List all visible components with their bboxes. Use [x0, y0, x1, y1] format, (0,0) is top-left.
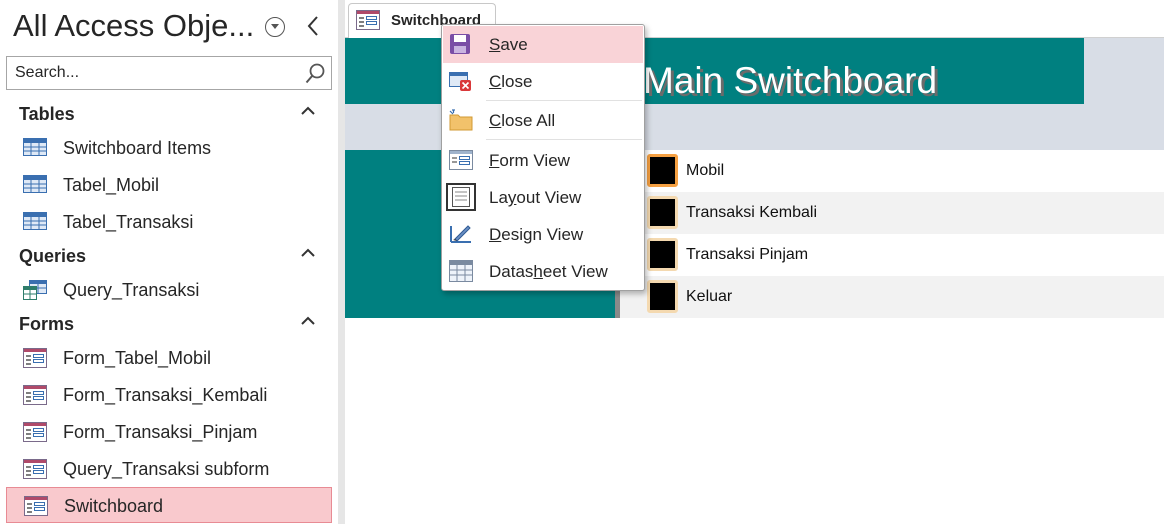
menu-item-label: Save — [489, 35, 528, 54]
form-view-icon — [449, 149, 473, 176]
switchboard-button-transaksi-kembali[interactable] — [647, 196, 678, 229]
switchboard-item: Transaksi Pinjam — [620, 234, 1164, 276]
close-all-icon — [449, 109, 473, 136]
table-icon — [23, 212, 47, 235]
save-icon — [449, 33, 471, 60]
switchboard-button-transaksi-pinjam[interactable] — [647, 238, 678, 271]
nav-item-tabel-mobil[interactable]: Tabel_Mobil — [6, 167, 332, 203]
menu-item-label: Close All — [489, 111, 556, 130]
table-icon — [23, 138, 47, 161]
table-icon — [23, 175, 47, 198]
form-icon — [356, 10, 380, 35]
menu-item-close[interactable]: Close — [443, 63, 643, 100]
switchboard-item-label[interactable]: Mobil — [686, 162, 724, 180]
nav-item-label: Form_Tabel_Mobil — [63, 348, 212, 368]
nav-item-form-transaksi-pinjam[interactable]: Form_Transaksi_Pinjam — [6, 414, 332, 450]
group-header-tables[interactable]: Tables — [19, 104, 75, 125]
menu-item-label: Design View — [489, 225, 584, 244]
nav-item-label: Form_Transaksi_Pinjam — [63, 422, 258, 442]
nav-pane-title[interactable]: All Access Obje... — [13, 8, 254, 44]
switchboard-item-label[interactable]: Transaksi Pinjam — [686, 246, 808, 264]
tab-context-menu: Save Close Close All Form View Layout Vi… — [441, 24, 645, 291]
collapse-pane-icon[interactable] — [306, 14, 320, 43]
pane-splitter[interactable] — [338, 0, 345, 524]
form-icon — [23, 459, 47, 484]
form-title: Main Switchboard — [643, 60, 938, 101]
menu-item-layout-view[interactable]: Layout View — [443, 179, 643, 216]
design-view-icon — [449, 223, 473, 250]
nav-item-label: Tabel_Mobil — [63, 175, 160, 195]
menu-item-form-view[interactable]: Form View — [443, 142, 643, 179]
switchboard-item-label[interactable]: Keluar — [686, 288, 732, 306]
nav-item-label: Switchboard Items — [63, 138, 212, 158]
group-header-queries[interactable]: Queries — [19, 246, 86, 267]
switchboard-item: Keluar — [620, 276, 1164, 318]
form-icon — [24, 496, 48, 521]
menu-item-label: Datasheet View — [489, 262, 608, 281]
menu-item-design-view[interactable]: Design View — [443, 216, 643, 253]
query-icon — [23, 280, 47, 305]
chevron-up-icon[interactable] — [300, 314, 316, 332]
menu-item-datasheet-view[interactable]: Datasheet View — [443, 253, 643, 290]
nav-item-label: Query_Transaksi — [63, 280, 200, 300]
search-box — [6, 56, 332, 90]
form-icon — [23, 348, 47, 373]
nav-item-label: Form_Transaksi_Kembali — [63, 385, 268, 405]
nav-item-label: Switchboard — [64, 496, 164, 516]
switchboard-item: Transaksi Kembali — [620, 192, 1164, 234]
switchboard-item-label[interactable]: Transaksi Kembali — [686, 204, 817, 222]
menu-separator — [486, 100, 642, 101]
switchboard-button-mobil[interactable] — [647, 154, 678, 187]
switchboard-item: Mobil — [620, 150, 1164, 192]
form-icon — [23, 422, 47, 447]
datasheet-view-icon — [449, 260, 473, 287]
nav-dropdown-icon[interactable] — [265, 17, 285, 37]
switchboard-button-keluar[interactable] — [647, 280, 678, 313]
chevron-up-icon[interactable] — [300, 246, 316, 264]
chevron-up-icon[interactable] — [300, 104, 316, 122]
nav-item-label: Query_Transaksi subform — [63, 459, 270, 479]
nav-item-query-transaksi-subform[interactable]: Query_Transaksi subform — [6, 451, 332, 487]
menu-item-label: Form View — [489, 151, 570, 170]
nav-item-form-tabel-mobil[interactable]: Form_Tabel_Mobil — [6, 340, 332, 376]
menu-item-save[interactable]: Save — [443, 26, 643, 63]
menu-separator — [486, 139, 642, 140]
nav-item-switchboard[interactable]: Switchboard — [6, 487, 332, 523]
menu-item-label: Layout View — [489, 188, 582, 207]
nav-item-tabel-transaksi[interactable]: Tabel_Transaksi — [6, 204, 332, 240]
navigation-pane: All Access Obje... Tables Switchboard It… — [0, 0, 338, 524]
menu-item-close-all[interactable]: Close All — [443, 102, 643, 139]
search-input[interactable] — [15, 57, 295, 89]
search-icon[interactable] — [305, 63, 325, 90]
nav-item-form-transaksi-kembali[interactable]: Form_Transaksi_Kembali — [6, 377, 332, 413]
form-icon — [23, 385, 47, 410]
close-document-icon — [449, 70, 473, 97]
menu-item-label: Close — [489, 72, 533, 91]
nav-item-label: Tabel_Transaksi — [63, 212, 194, 232]
nav-item-query-transaksi[interactable]: Query_Transaksi — [6, 272, 332, 308]
group-header-forms[interactable]: Forms — [19, 314, 74, 335]
layout-view-icon — [446, 183, 476, 216]
nav-item-switchboard-items[interactable]: Switchboard Items — [6, 130, 332, 166]
